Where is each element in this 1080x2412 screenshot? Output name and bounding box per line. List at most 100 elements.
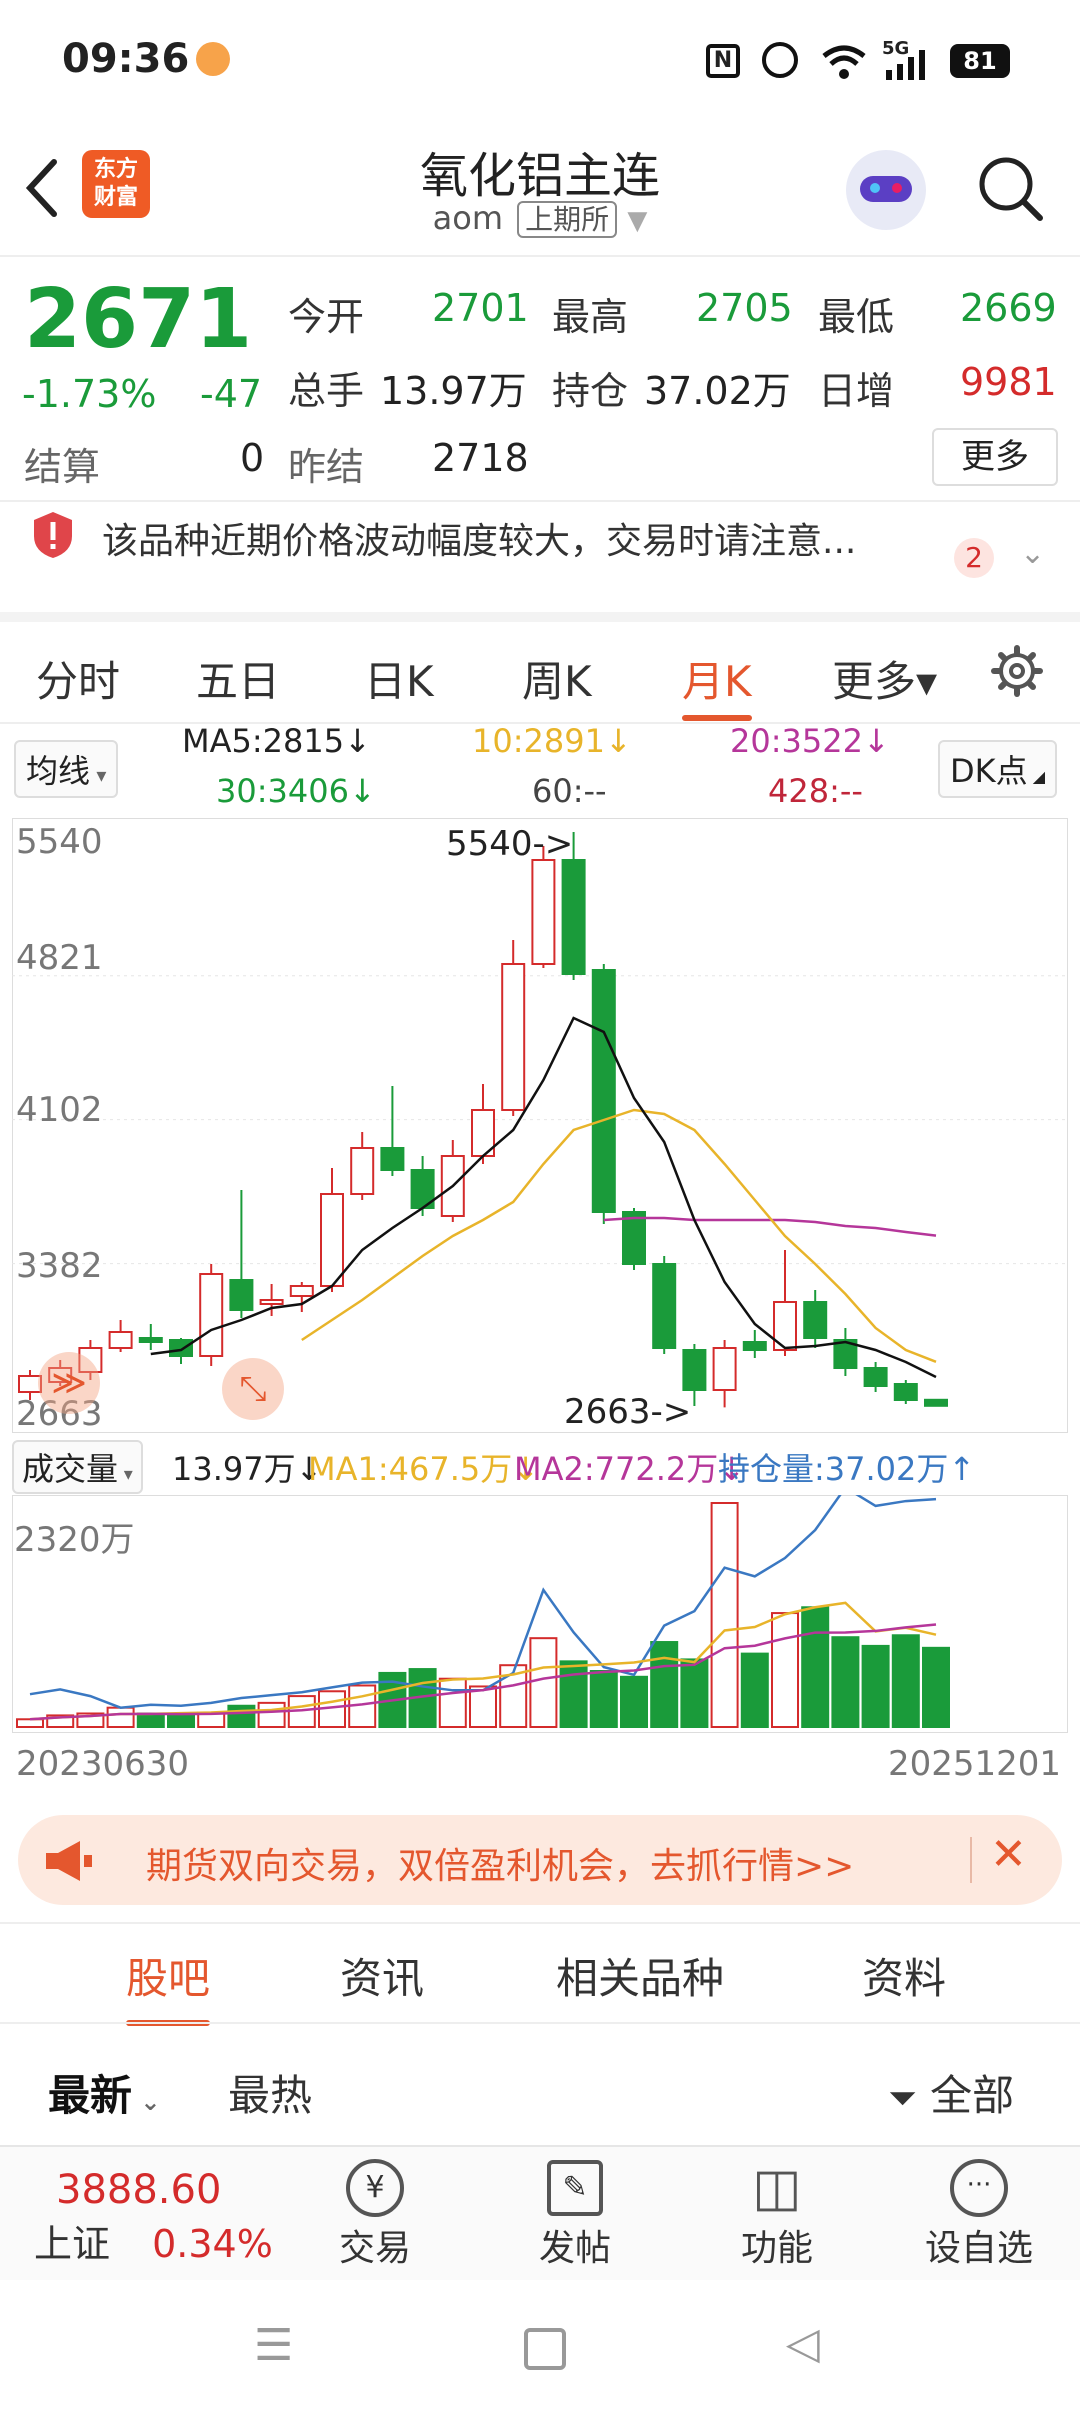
candle-body bbox=[229, 1279, 254, 1311]
wifi-icon bbox=[822, 45, 866, 79]
filter-latest[interactable]: 最新 ⌄ bbox=[48, 2062, 160, 2123]
period-tabs: 分时 五日 日K 周K 月K 更多▾ bbox=[0, 612, 1080, 724]
high-label: 最高 bbox=[552, 295, 629, 339]
volume-bar bbox=[801, 1606, 830, 1728]
open-label: 今开 bbox=[288, 295, 365, 339]
tab-five-day[interactable]: 五日 bbox=[196, 648, 280, 709]
candle-body bbox=[561, 859, 586, 975]
robot-assistant-icon[interactable] bbox=[846, 150, 926, 230]
bottom-toolbar: 3888.60 上证 0.34% ¥ 交易 ✎ 发帖 ◫ 功能 ··· 设自选 bbox=[0, 2145, 1080, 2282]
candle-body bbox=[169, 1339, 193, 1357]
ma10-value: 10:2891↓ bbox=[472, 722, 632, 760]
open-interest-value: 37.02万 bbox=[644, 369, 791, 413]
dk-point-label: DK点 bbox=[950, 752, 1028, 790]
volatility-warning[interactable]: 该品种近期价格波动幅度较大，交易时请注意... 2 ⌄ bbox=[0, 500, 1080, 614]
watchlist-button[interactable]: ··· 设自选 bbox=[914, 2157, 1044, 2271]
status-time: 09:36 bbox=[62, 36, 190, 82]
promo-text: 期货双向交易，双倍盈利机会，去抓行情>> bbox=[146, 1846, 855, 1887]
candlestick-chart[interactable] bbox=[12, 818, 1068, 1433]
low-value: 2669 bbox=[960, 286, 1057, 330]
volume-ma1: MA1:467.5万↓ bbox=[308, 1450, 540, 1488]
tab-intraday[interactable]: 分时 bbox=[36, 648, 120, 709]
candle-body bbox=[652, 1263, 677, 1349]
settlement-value: 0 bbox=[240, 436, 265, 480]
shield-warning-icon bbox=[34, 512, 72, 558]
change-percent: -1.73% bbox=[22, 372, 157, 416]
volume-chart[interactable] bbox=[12, 1495, 1068, 1733]
filter-hot[interactable]: 最热 bbox=[228, 2062, 312, 2123]
chevron-down-icon[interactable]: ⌄ bbox=[1020, 536, 1045, 571]
trade-label: 交易 bbox=[338, 2228, 411, 2269]
x-start-date: 20230630 bbox=[16, 1744, 190, 1784]
volume-y-top: 2320万 bbox=[14, 1520, 135, 1560]
candle-body bbox=[108, 1331, 133, 1349]
more-quote-button[interactable]: 更多 bbox=[932, 428, 1058, 486]
candle-body bbox=[742, 1341, 767, 1351]
filter-latest-label: 最新 bbox=[48, 2071, 133, 2120]
trade-button[interactable]: ¥ 交易 bbox=[310, 2157, 440, 2271]
volume-bar bbox=[771, 1612, 799, 1728]
back-nav-icon[interactable]: ◁ bbox=[786, 2318, 820, 2369]
tab-monthly-k[interactable]: 月K bbox=[682, 648, 752, 721]
candle-body bbox=[863, 1367, 888, 1387]
tab-news[interactable]: 资讯 bbox=[340, 1945, 424, 2006]
warning-text: 该品种近期价格波动幅度较大，交易时请注意... bbox=[102, 521, 857, 562]
tab-related[interactable]: 相关品种 bbox=[556, 1945, 724, 2006]
volume-bar bbox=[710, 1502, 739, 1728]
post-button[interactable]: ✎ 发帖 bbox=[510, 2157, 640, 2271]
home-nav-icon[interactable] bbox=[524, 2328, 566, 2370]
volume-selector[interactable]: 成交量 ▾ bbox=[12, 1440, 143, 1494]
volume-bar bbox=[469, 1685, 497, 1728]
volume-bar bbox=[831, 1636, 860, 1728]
functions-button[interactable]: ◫ 功能 bbox=[712, 2157, 842, 2271]
volume-bar bbox=[529, 1637, 558, 1728]
menu-nav-icon[interactable]: ☰ bbox=[254, 2320, 293, 2371]
draw-tool-icon[interactable]: ≫ bbox=[38, 1352, 100, 1414]
exchange-badge: 上期所 bbox=[517, 201, 618, 238]
tab-weekly-k[interactable]: 周K bbox=[522, 648, 592, 709]
dk-point-button[interactable]: DK点 ◢ bbox=[938, 740, 1058, 798]
volume-bar bbox=[891, 1634, 920, 1728]
ma428-value: 428:-- bbox=[768, 772, 863, 810]
functions-label: 功能 bbox=[740, 2228, 813, 2269]
volume-bar bbox=[620, 1675, 648, 1729]
tab-profile[interactable]: 资料 bbox=[862, 1945, 946, 2006]
volume-current: 13.97万↓ bbox=[172, 1450, 323, 1488]
ma30-value: 30:3406↓ bbox=[216, 772, 376, 810]
funnel-icon: ⏷ bbox=[888, 2078, 917, 2119]
index-ticker[interactable]: 3888.60 上证 0.34% bbox=[34, 2167, 284, 2268]
y-tick-0: 5540 bbox=[16, 822, 103, 862]
expand-chart-icon[interactable]: ⤡ bbox=[222, 1358, 284, 1420]
candle-body bbox=[803, 1301, 828, 1339]
volume-label: 总手 bbox=[288, 369, 365, 413]
close-icon[interactable]: ✕ bbox=[990, 1829, 1027, 1880]
candle-body bbox=[531, 859, 556, 965]
y-tick-1: 4821 bbox=[16, 938, 103, 978]
index-change: 0.34% bbox=[152, 2222, 273, 2266]
candle-body bbox=[350, 1147, 375, 1195]
prev-settlement-value: 2718 bbox=[432, 436, 529, 480]
promo-banner[interactable]: 期货双向交易，双倍盈利机会，去抓行情>> ✕ bbox=[18, 1815, 1062, 1905]
volume-bar bbox=[680, 1658, 709, 1728]
signal-icon bbox=[886, 50, 925, 80]
more-dots-icon: ··· bbox=[950, 2159, 1008, 2217]
search-icon[interactable] bbox=[974, 152, 1046, 224]
ma-selector[interactable]: 均线 ▾ bbox=[14, 740, 119, 798]
index-name: 上证 bbox=[34, 2222, 111, 2266]
index-value: 3888.60 bbox=[56, 2167, 222, 2213]
volume-bar bbox=[740, 1652, 769, 1729]
tab-guba[interactable]: 股吧 bbox=[126, 1945, 211, 2026]
candle-body bbox=[712, 1347, 737, 1391]
ma-selector-label: 均线 bbox=[26, 752, 91, 790]
candle-body bbox=[320, 1193, 344, 1287]
y-tick-3: 3382 bbox=[16, 1246, 103, 1286]
filter-all[interactable]: ⏷ 全部 bbox=[888, 2062, 1014, 2123]
tab-daily-k[interactable]: 日K bbox=[364, 648, 434, 709]
notification-icon bbox=[196, 42, 230, 76]
ma60-value: 60:-- bbox=[532, 772, 607, 810]
volume-bar bbox=[257, 1701, 286, 1729]
volume-bar bbox=[167, 1714, 195, 1728]
last-price: 2671 bbox=[24, 272, 253, 367]
settings-gear-icon[interactable] bbox=[990, 644, 1044, 698]
tab-more[interactable]: 更多▾ bbox=[832, 648, 937, 709]
